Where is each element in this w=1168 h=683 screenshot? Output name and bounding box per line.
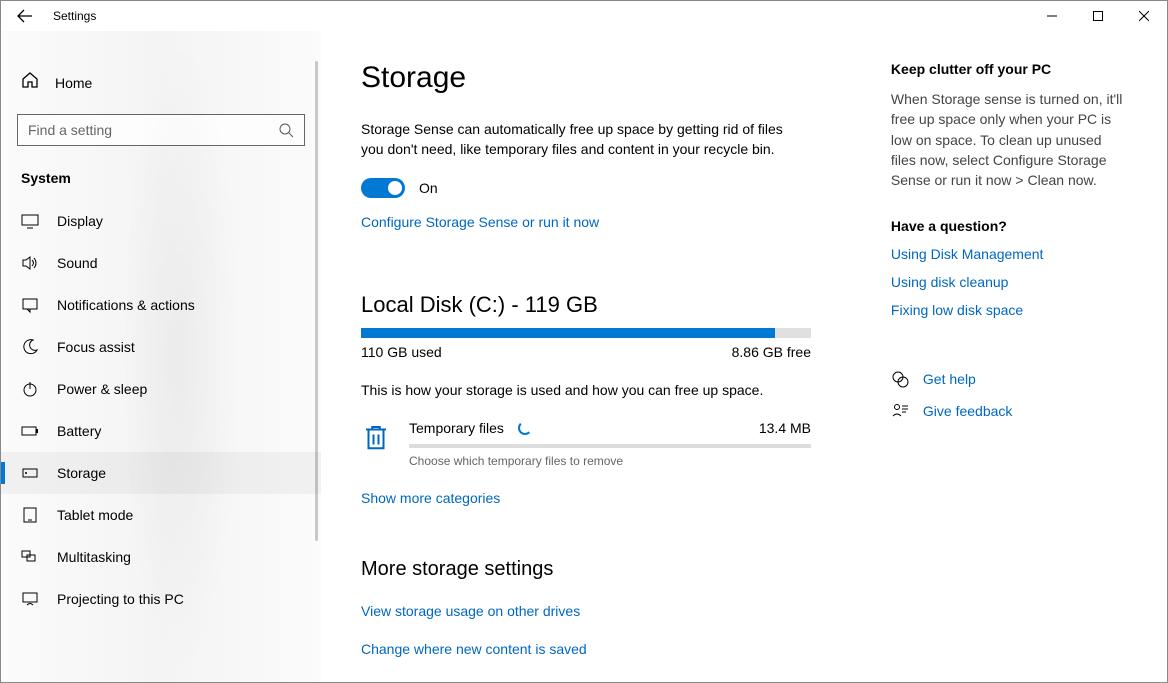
tablet-icon	[21, 506, 39, 524]
aside-panel: Keep clutter off your PC When Storage se…	[891, 61, 1127, 652]
view-storage-other-drives-link[interactable]: View storage usage on other drives	[361, 603, 871, 619]
back-button[interactable]	[15, 6, 35, 26]
sidebar-home[interactable]: Home	[1, 61, 321, 114]
sidebar-item-projecting[interactable]: Projecting to this PC	[1, 578, 321, 620]
sidebar-item-power-sleep[interactable]: Power & sleep	[1, 368, 321, 410]
sidebar-item-display[interactable]: Display	[1, 200, 321, 242]
storage-category-sub: Choose which temporary files to remove	[409, 454, 811, 468]
sidebar: Home System Display Sound Notifications …	[1, 31, 321, 682]
window-controls	[1029, 1, 1167, 31]
sidebar-item-label: Multitasking	[57, 549, 131, 565]
sidebar-item-sound[interactable]: Sound	[1, 242, 321, 284]
sidebar-item-label: Projecting to this PC	[57, 591, 184, 607]
low-disk-space-link[interactable]: Fixing low disk space	[891, 302, 1127, 318]
sidebar-item-multitasking[interactable]: Multitasking	[1, 536, 321, 578]
help-icon	[891, 370, 909, 388]
change-save-location-link[interactable]: Change where new content is saved	[361, 641, 871, 657]
sidebar-item-notifications[interactable]: Notifications & actions	[1, 284, 321, 326]
sidebar-item-label: Sound	[57, 255, 97, 271]
disk-description: This is how your storage is used and how…	[361, 382, 871, 398]
search-input[interactable]	[28, 122, 278, 138]
arrow-left-icon	[17, 8, 33, 24]
display-icon	[21, 212, 39, 230]
search-box[interactable]	[17, 114, 305, 146]
storage-icon	[21, 464, 39, 482]
main-content: Storage Storage Sense can automatically …	[321, 31, 1167, 682]
storage-sense-toggle-row: On	[361, 178, 871, 198]
sidebar-item-label: Focus assist	[57, 339, 135, 355]
projecting-icon	[21, 590, 39, 608]
sidebar-item-label: Display	[57, 213, 103, 229]
toggle-label: On	[419, 180, 438, 196]
close-icon	[1139, 11, 1149, 21]
clutter-title: Keep clutter off your PC	[891, 61, 1127, 77]
close-button[interactable]	[1121, 1, 1167, 31]
sidebar-item-battery[interactable]: Battery	[1, 410, 321, 452]
sound-icon	[21, 254, 39, 272]
storage-sense-toggle[interactable]	[361, 178, 405, 198]
sidebar-item-label: Tablet mode	[57, 507, 133, 523]
get-help-link[interactable]: Get help	[891, 370, 1127, 388]
disk-usage-bar	[361, 328, 811, 338]
notifications-icon	[21, 296, 39, 314]
storage-category-temporary-files[interactable]: Temporary files 13.4 MB Choose which tem…	[361, 420, 811, 468]
sidebar-item-label: Power & sleep	[57, 381, 147, 397]
disk-used: 110 GB used	[361, 344, 442, 360]
titlebar: Settings	[1, 1, 1167, 31]
give-feedback-link[interactable]: Give feedback	[891, 402, 1127, 420]
sidebar-category: System	[1, 170, 321, 200]
multitasking-icon	[21, 548, 39, 566]
sidebar-item-label: Storage	[57, 465, 106, 481]
disk-free: 8.86 GB free	[732, 344, 811, 360]
more-storage-settings-title: More storage settings	[361, 558, 871, 581]
sidebar-item-label: Battery	[57, 423, 101, 439]
trash-icon	[361, 422, 391, 452]
page-title: Storage	[361, 61, 871, 95]
storage-sense-description: Storage Sense can automatically free up …	[361, 119, 791, 160]
sidebar-item-focus-assist[interactable]: Focus assist	[1, 326, 321, 368]
minimize-button[interactable]	[1029, 1, 1075, 31]
disk-management-link[interactable]: Using Disk Management	[891, 246, 1127, 262]
sidebar-home-label: Home	[55, 75, 92, 91]
storage-category-label: Temporary files	[409, 420, 504, 436]
window-title: Settings	[53, 9, 96, 23]
disk-usage-fill	[361, 328, 775, 338]
minimize-icon	[1047, 11, 1057, 21]
disk-title: Local Disk (C:) - 119 GB	[361, 292, 871, 318]
sidebar-item-tablet-mode[interactable]: Tablet mode	[1, 494, 321, 536]
home-icon	[21, 71, 39, 94]
question-title: Have a question?	[891, 218, 1127, 234]
battery-icon	[21, 422, 39, 440]
disk-cleanup-link[interactable]: Using disk cleanup	[891, 274, 1127, 290]
show-more-categories-link[interactable]: Show more categories	[361, 490, 500, 506]
feedback-icon	[891, 402, 909, 420]
disk-stats: 110 GB used 8.86 GB free	[361, 344, 811, 360]
manage-storage-spaces-link[interactable]: Manage Storage Spaces	[361, 679, 871, 682]
storage-category-size: 13.4 MB	[759, 420, 811, 436]
clutter-body: When Storage sense is turned on, it'll f…	[891, 89, 1127, 190]
maximize-icon	[1093, 11, 1103, 21]
sidebar-item-storage[interactable]: Storage	[1, 452, 321, 494]
loading-spinner-icon	[518, 421, 532, 435]
storage-category-bar	[409, 444, 811, 448]
moon-icon	[21, 338, 39, 356]
search-icon	[278, 122, 294, 138]
configure-storage-sense-link[interactable]: Configure Storage Sense or run it now	[361, 214, 599, 230]
power-icon	[21, 380, 39, 398]
sidebar-item-label: Notifications & actions	[57, 297, 195, 313]
maximize-button[interactable]	[1075, 1, 1121, 31]
